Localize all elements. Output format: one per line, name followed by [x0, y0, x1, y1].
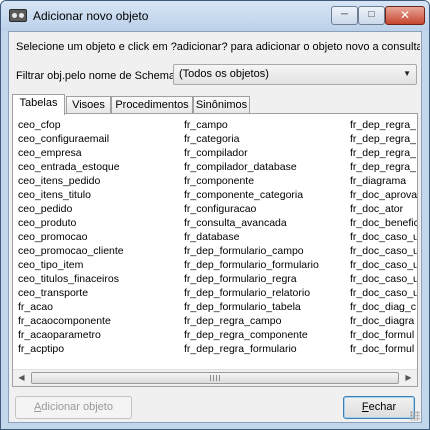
list-item[interactable]: fr_doc_caso_u	[350, 258, 417, 272]
list-item[interactable]: fr_dep_regra_	[350, 160, 417, 174]
dialog-body: Selecione um objeto e click em ?adiciona…	[8, 31, 422, 423]
list-column: ceo_cfop ceo_configuraemail ceo_empresa ceo…	[18, 118, 124, 356]
list-item[interactable]: fr_acptipo	[18, 342, 124, 356]
close-window-button[interactable]: ✕	[385, 6, 425, 25]
list-item[interactable]: ceo_pedido	[18, 202, 124, 216]
list-item[interactable]: ceo_promocao	[18, 230, 124, 244]
list-item[interactable]: fr_doc_caso_u	[350, 286, 417, 300]
grip-icon	[210, 375, 220, 381]
minimize-icon: ─	[340, 9, 349, 20]
dialog-window: Adicionar novo objeto ─ □ ✕ Selecione um…	[0, 0, 430, 430]
close-button-label: echar	[368, 401, 397, 413]
tab-procedimentos[interactable]: Procedimentos	[111, 96, 193, 114]
title-bar[interactable]: Adicionar novo objeto ─ □ ✕	[1, 1, 429, 31]
maximize-button[interactable]: □	[358, 6, 385, 25]
tab-tabelas[interactable]: Tabelas	[12, 94, 65, 115]
list-item[interactable]: fr_doc_formul	[350, 342, 417, 356]
list-item[interactable]: fr_dep_regra_campo	[184, 314, 319, 328]
list-item[interactable]: fr_doc_formul	[350, 328, 417, 342]
close-icon: ✕	[399, 8, 411, 22]
maximize-icon: □	[368, 9, 375, 20]
resize-grip-icon[interactable]	[410, 411, 420, 421]
list-item[interactable]: fr_dep_regra_formulario	[184, 342, 319, 356]
list-item[interactable]: fr_configuracao	[184, 202, 319, 216]
list-item[interactable]: ceo_itens_titulo	[18, 188, 124, 202]
list-item[interactable]: fr_dep_regra_	[350, 132, 417, 146]
list-item[interactable]: fr_doc_benefic	[350, 216, 417, 230]
tab-sinonimos[interactable]: Sinônimos	[193, 96, 250, 114]
list-item[interactable]: ceo_promocao_cliente	[18, 244, 124, 258]
list-item[interactable]: fr_categoria	[184, 132, 319, 146]
add-object-button[interactable]: Adicionar objeto	[15, 396, 132, 419]
list-item[interactable]: fr_acaoparametro	[18, 328, 124, 342]
list-item[interactable]: fr_campo	[184, 118, 319, 132]
list-item[interactable]: fr_consulta_avancada	[184, 216, 319, 230]
app-icon	[9, 9, 27, 22]
list-item[interactable]: fr_acaocomponente	[18, 314, 124, 328]
list-item[interactable]: fr_doc_diagra	[350, 314, 417, 328]
list-item[interactable]: fr_dep_formulario_relatorio	[184, 286, 319, 300]
list-item[interactable]: ceo_entrada_estoque	[18, 160, 124, 174]
list-item[interactable]: fr_dep_regra_componente	[184, 328, 319, 342]
minimize-button[interactable]: ─	[331, 6, 358, 25]
list-item[interactable]: fr_dep_regra_	[350, 146, 417, 160]
list-item[interactable]: fr_componente_categoria	[184, 188, 319, 202]
horizontal-scrollbar[interactable]: ◀ ▶	[13, 369, 417, 386]
list-item[interactable]: fr_componente	[184, 174, 319, 188]
scroll-left-icon[interactable]: ◀	[13, 370, 30, 386]
list-item[interactable]: fr_doc_ator	[350, 202, 417, 216]
object-list-panel: ceo_cfop ceo_configuraemail ceo_empresa ceo…	[12, 113, 418, 387]
list-item[interactable]: ceo_tipo_item	[18, 258, 124, 272]
close-button-mnemonic: F	[361, 401, 369, 413]
window-title: Adicionar novo objeto	[33, 9, 149, 23]
list-item[interactable]: fr_compilador	[184, 146, 319, 160]
list-item[interactable]: fr_dep_regra_	[350, 118, 417, 132]
schema-filter-value: (Todos os objetos)	[179, 68, 269, 80]
list-item[interactable]: fr_dep_formulario_campo	[184, 244, 319, 258]
list-item[interactable]: fr_compilador_database	[184, 160, 319, 174]
list-item[interactable]: ceo_titulos_finaceiros	[18, 272, 124, 286]
list-item[interactable]: ceo_itens_pedido	[18, 174, 124, 188]
list-item[interactable]: fr_database	[184, 230, 319, 244]
list-item[interactable]: ceo_produto	[18, 216, 124, 230]
list-column: fr_campo fr_categoria fr_compilador fr_comp…	[184, 118, 319, 356]
instruction-text: Selecione um objeto e click em ?adiciona…	[16, 41, 420, 53]
tab-visoes[interactable]: Visoes	[66, 96, 111, 114]
list-item[interactable]: ceo_transporte	[18, 286, 124, 300]
list-item[interactable]: fr_diagrama	[350, 174, 417, 188]
list-item[interactable]: ceo_configuraemail	[18, 132, 124, 146]
schema-filter-label: Filtrar obj.pelo nome de Schema	[16, 70, 175, 82]
list-item[interactable]: fr_doc_caso_u	[350, 230, 417, 244]
scroll-right-icon[interactable]: ▶	[400, 370, 417, 386]
list-item[interactable]: fr_doc_caso_u	[350, 244, 417, 258]
list-item[interactable]: fr_doc_diag_c	[350, 300, 417, 314]
list-item[interactable]: ceo_cfop	[18, 118, 124, 132]
list-item[interactable]: ceo_empresa	[18, 146, 124, 160]
chevron-down-icon: ▼	[403, 69, 411, 78]
list-item[interactable]: fr_dep_formulario_formulario	[184, 258, 319, 272]
schema-filter-dropdown[interactable]: (Todos os objetos) ▼	[173, 64, 417, 85]
list-item[interactable]: fr_doc_aprova	[350, 188, 417, 202]
scrollbar-thumb[interactable]	[31, 372, 399, 384]
list-column: fr_dep_regra_ fr_dep_regra_ fr_dep_regra_ f…	[350, 118, 417, 356]
list-item[interactable]: fr_dep_formulario_tabela	[184, 300, 319, 314]
object-list[interactable]: ceo_cfop ceo_configuraemail ceo_empresa ceo…	[13, 114, 417, 370]
add-button-label: dicionar objeto	[41, 401, 113, 413]
close-button[interactable]: Fechar	[343, 396, 415, 419]
list-item[interactable]: fr_doc_caso_u	[350, 272, 417, 286]
list-item[interactable]: fr_dep_formulario_regra	[184, 272, 319, 286]
list-item[interactable]: fr_acao	[18, 300, 124, 314]
